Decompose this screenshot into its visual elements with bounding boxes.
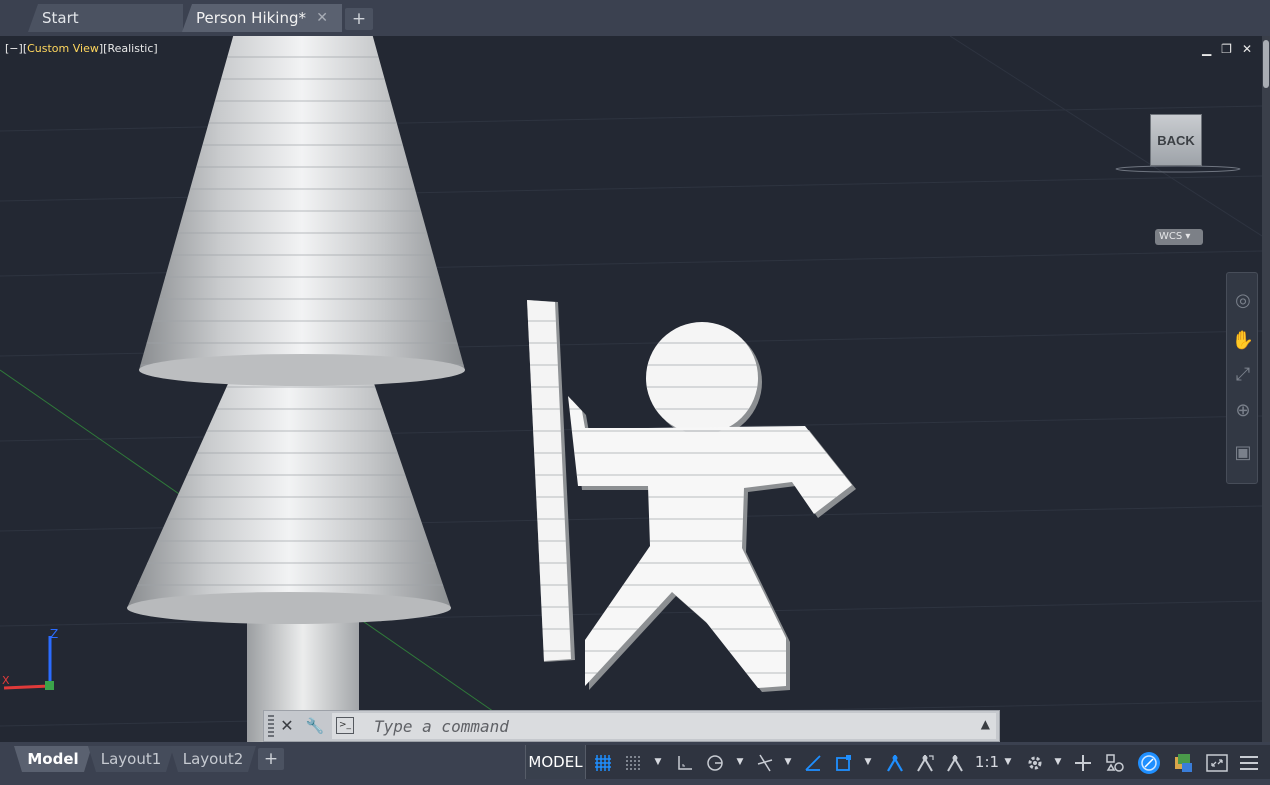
status-bar: MODEL ▼ ▼ ▼ ▼ 1:1 ▼ ▼ bbox=[525, 745, 1270, 779]
ucs-z-label: Z bbox=[50, 627, 58, 641]
orbit-icon[interactable]: ⊕ bbox=[1231, 399, 1255, 423]
tab-model[interactable]: Model bbox=[14, 746, 92, 772]
add-layout-button[interactable]: + bbox=[258, 748, 284, 770]
chevron-down-icon[interactable]: ▼ bbox=[1002, 745, 1014, 779]
chevron-down-icon[interactable]: ▼ bbox=[652, 745, 664, 779]
fullscreen-icon[interactable] bbox=[1202, 745, 1232, 779]
plus-icon[interactable] bbox=[1070, 745, 1096, 779]
command-line: ✕ 🔧 >_ ▲ bbox=[263, 710, 1000, 742]
command-prompt-icon[interactable]: >_ bbox=[336, 717, 354, 734]
close-icon[interactable]: ✕ bbox=[1242, 42, 1252, 56]
chevron-down-icon: ▾ bbox=[1185, 231, 1191, 242]
close-icon[interactable]: ✕ bbox=[316, 4, 328, 32]
model-space-button[interactable]: MODEL bbox=[526, 745, 586, 779]
object-snap-tracking-icon[interactable] bbox=[800, 745, 826, 779]
new-tab-button[interactable]: + bbox=[345, 8, 373, 30]
ortho-icon[interactable] bbox=[672, 745, 698, 779]
steering-wheel-icon[interactable]: ◎ bbox=[1231, 289, 1255, 313]
vertical-scrollbar[interactable] bbox=[1262, 36, 1270, 742]
document-tab-bar: Start Person Hiking* ✕ + bbox=[0, 0, 1270, 36]
chevron-up-icon[interactable]: ▲ bbox=[981, 717, 990, 731]
person-figure bbox=[568, 322, 856, 692]
hamburger-menu-icon[interactable] bbox=[1234, 745, 1264, 779]
model-scene: Z X bbox=[0, 36, 1262, 742]
tab-person-hiking[interactable]: Person Hiking* ✕ bbox=[182, 4, 342, 32]
polar-tracking-icon[interactable] bbox=[702, 745, 728, 779]
visual-style-control[interactable]: [Realistic] bbox=[103, 42, 158, 55]
tab-layout1[interactable]: Layout1 bbox=[88, 746, 174, 772]
ucs-x-label: X bbox=[2, 674, 10, 687]
close-icon[interactable]: ✕ bbox=[276, 711, 298, 741]
pan-hand-icon[interactable]: ✋ bbox=[1231, 329, 1255, 353]
navigation-bar: ◎ ✋ ⤢ ⊕ ▣ bbox=[1226, 272, 1258, 484]
annotation-scale-icon[interactable] bbox=[942, 745, 968, 779]
tab-layout2[interactable]: Layout2 bbox=[170, 746, 256, 772]
zoom-extents-icon[interactable]: ⤢ bbox=[1231, 363, 1255, 387]
grid-icon[interactable] bbox=[590, 745, 616, 779]
restore-icon[interactable]: ❐ bbox=[1221, 42, 1232, 56]
showmotion-icon[interactable]: ▣ bbox=[1231, 441, 1255, 465]
chevron-down-icon[interactable]: ▼ bbox=[862, 745, 874, 779]
tab-start-label: Start bbox=[42, 9, 79, 27]
command-input-area: >_ ▲ bbox=[332, 713, 996, 739]
tab-start[interactable]: Start bbox=[28, 4, 183, 32]
wrench-icon[interactable]: 🔧 bbox=[304, 711, 326, 741]
snap-icon[interactable] bbox=[620, 745, 646, 779]
auto-scale-icon[interactable] bbox=[912, 745, 938, 779]
chevron-down-icon[interactable]: ▼ bbox=[782, 745, 794, 779]
annotation-visibility-icon[interactable] bbox=[882, 745, 908, 779]
autocad-window: Start Person Hiking* ✕ + Z X [−][Custom … bbox=[0, 0, 1270, 785]
isodraft-icon[interactable] bbox=[752, 745, 778, 779]
viewport-controls-label[interactable]: [−][Custom View][Realistic] bbox=[5, 42, 158, 55]
isolate-objects-icon[interactable] bbox=[1134, 745, 1164, 779]
wcs-label: WCS bbox=[1159, 231, 1183, 242]
command-input[interactable] bbox=[374, 713, 974, 739]
view-control[interactable]: Custom View bbox=[27, 42, 99, 55]
hiking-stick bbox=[527, 300, 575, 662]
ucs-icon: Z X bbox=[2, 627, 58, 690]
wcs-menu[interactable]: WCS ▾ bbox=[1155, 229, 1203, 245]
annotation-scale-value[interactable]: 1:1 bbox=[972, 745, 1002, 779]
viewport-window-controls: ▁ ❐ ✕ bbox=[1202, 42, 1252, 56]
viewcube[interactable]: BACK bbox=[1150, 114, 1202, 166]
hardware-acceleration-icon[interactable] bbox=[1168, 745, 1198, 779]
gear-icon[interactable] bbox=[1022, 745, 1048, 779]
chevron-down-icon[interactable]: ▼ bbox=[1052, 745, 1064, 779]
tab-person-hiking-label: Person Hiking* bbox=[196, 9, 307, 27]
object-snap-icon[interactable] bbox=[830, 745, 856, 779]
scrollbar-thumb[interactable] bbox=[1263, 40, 1269, 88]
drag-handle[interactable] bbox=[268, 715, 274, 737]
tree-upper-cone bbox=[139, 36, 465, 386]
graphics-performance-icon[interactable] bbox=[1102, 745, 1128, 779]
drawing-viewport[interactable]: Z X [−][Custom View][Realistic] ▁ ❐ ✕ BA… bbox=[0, 36, 1262, 742]
minimize-icon[interactable]: ▁ bbox=[1202, 42, 1211, 56]
chevron-down-icon[interactable]: ▼ bbox=[734, 745, 746, 779]
viewport-menu-control[interactable]: [−] bbox=[5, 42, 23, 55]
